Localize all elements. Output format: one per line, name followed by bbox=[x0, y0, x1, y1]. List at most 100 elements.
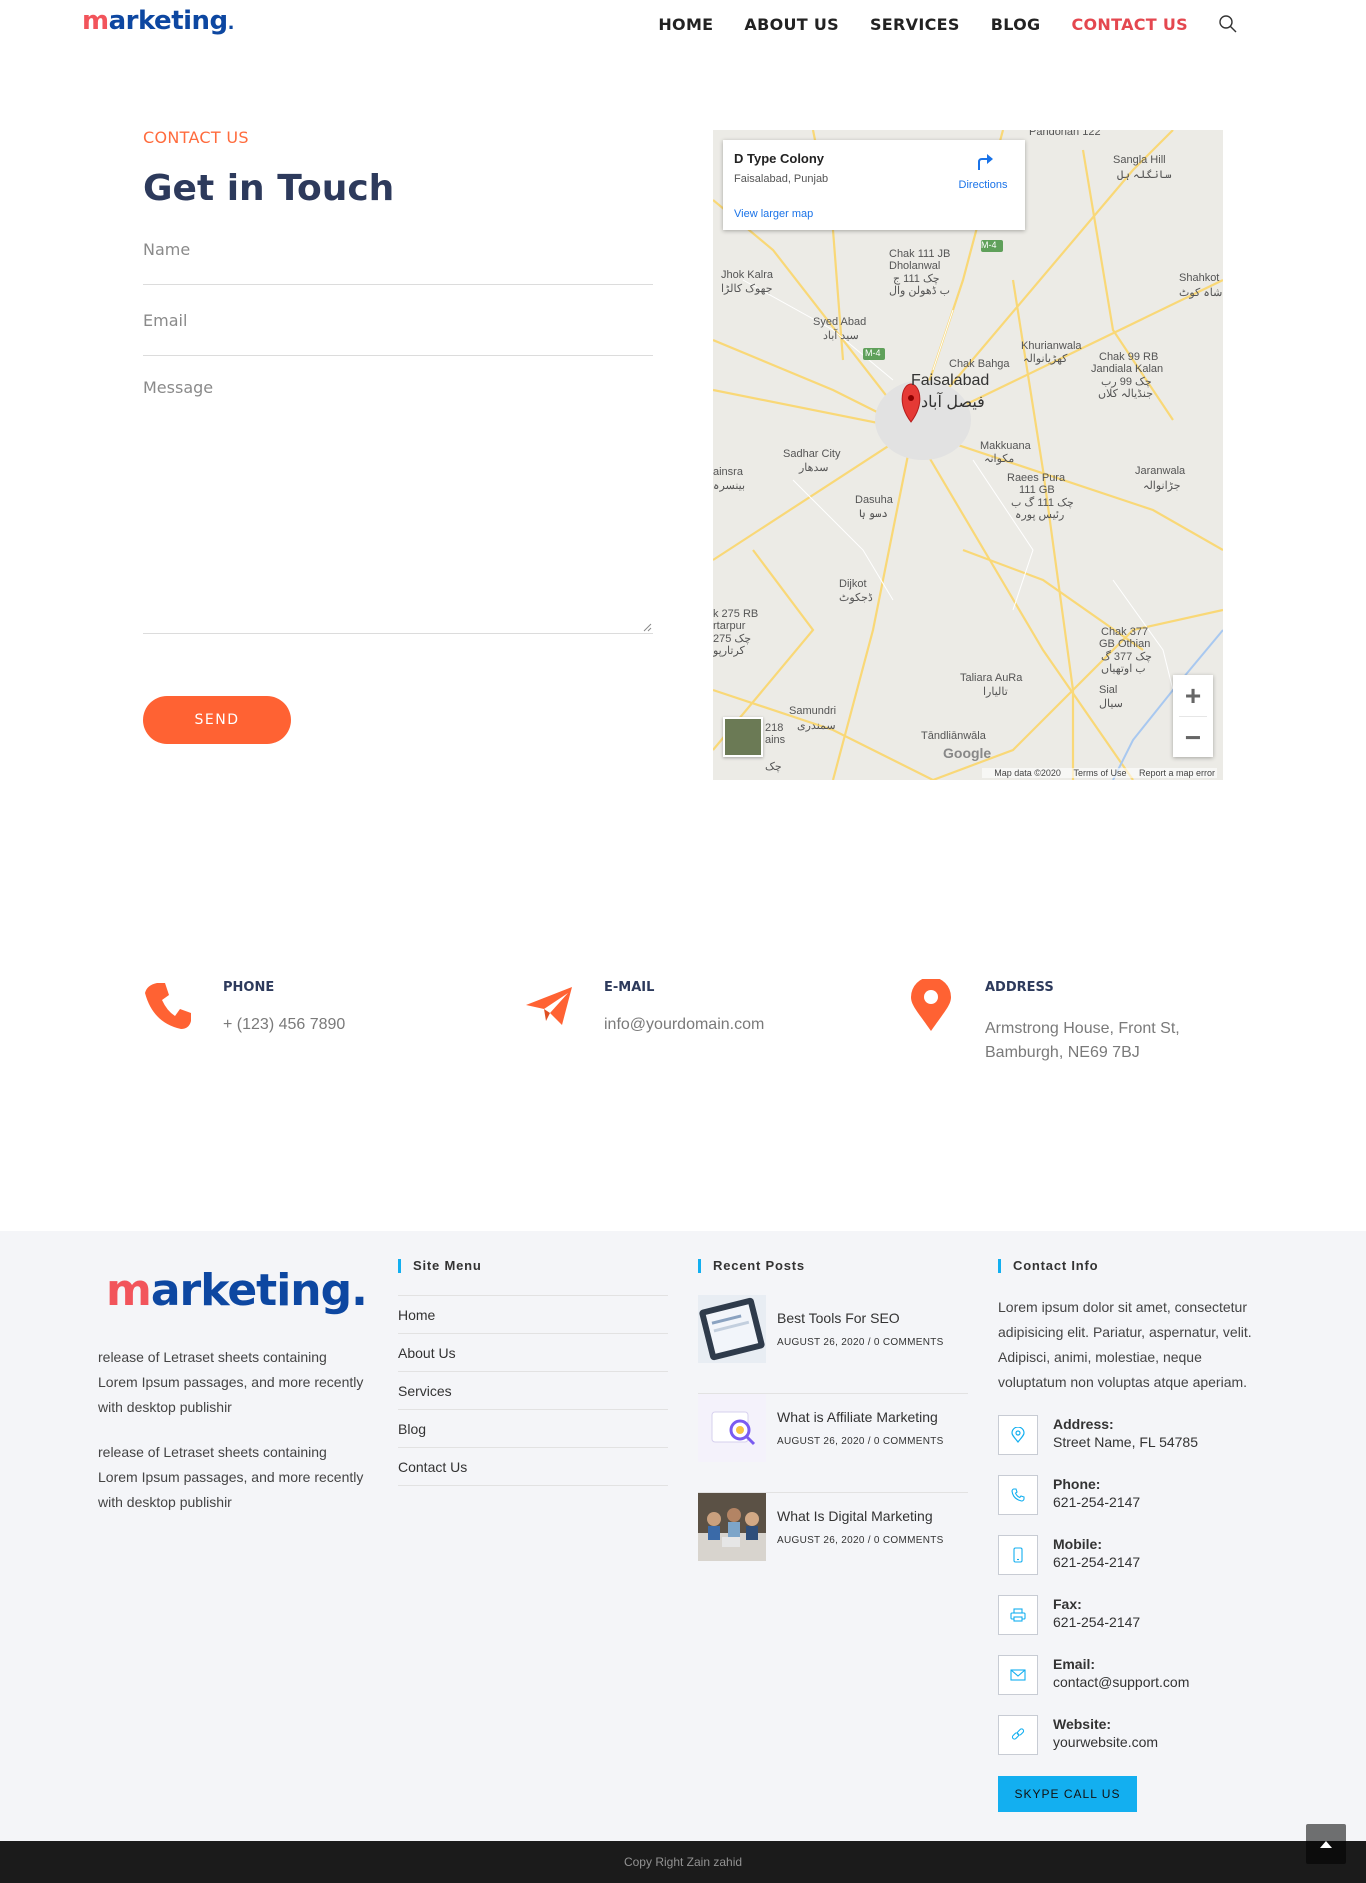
link-icon bbox=[998, 1715, 1038, 1755]
map-label: Dholanwal bbox=[889, 260, 941, 272]
nav-blog[interactable]: BLOG bbox=[991, 15, 1041, 34]
contact-item-value[interactable]: contact@support.com bbox=[1053, 1674, 1189, 1690]
zoom-in-button[interactable]: + bbox=[1173, 675, 1213, 716]
map-label: جنڈیالہ کلاں bbox=[1098, 388, 1154, 400]
scroll-to-top-button[interactable] bbox=[1306, 1824, 1346, 1864]
footer-menu-home[interactable]: Home bbox=[398, 1296, 668, 1334]
search-icon[interactable] bbox=[1218, 14, 1238, 34]
message-field[interactable]: Message bbox=[143, 378, 653, 634]
satellite-toggle[interactable] bbox=[723, 717, 763, 757]
zoom-controls: + − bbox=[1173, 675, 1213, 757]
email-label: E-MAIL bbox=[604, 980, 655, 995]
directions-button[interactable]: Directions bbox=[953, 150, 1013, 191]
map-label: سید آباد bbox=[823, 330, 859, 342]
view-larger-map-link[interactable]: View larger map bbox=[734, 208, 813, 220]
contact-item-value: Street Name, FL 54785 bbox=[1053, 1434, 1199, 1450]
map-label: سیال bbox=[1099, 698, 1123, 710]
location-icon bbox=[998, 1415, 1038, 1455]
map-footer: Map data ©2020 Terms of Use Report a map… bbox=[982, 768, 1217, 778]
map-label: جڑانوالہ bbox=[1143, 480, 1181, 492]
post-thumbnail[interactable] bbox=[698, 1295, 766, 1363]
map-report-link[interactable]: Report a map error bbox=[1139, 768, 1215, 778]
recent-post[interactable]: What Is Digital Marketing AUGUST 26, 202… bbox=[698, 1493, 968, 1592]
site-footer: marketing. release of Letraset sheets co… bbox=[0, 1231, 1366, 1841]
map-label: 111 GB bbox=[1019, 484, 1055, 496]
footer-menu-about-us[interactable]: About Us bbox=[398, 1334, 668, 1372]
map-label: Raees Pura bbox=[1007, 472, 1066, 484]
email-field[interactable]: Email bbox=[143, 311, 653, 356]
contact-info-text: Lorem ipsum dolor sit amet, consectetur … bbox=[998, 1299, 1252, 1390]
post-thumbnail[interactable] bbox=[698, 1493, 766, 1561]
contact-item-key: Email: bbox=[1053, 1656, 1096, 1672]
phone-value[interactable]: + (123) 456 7890 bbox=[223, 1013, 345, 1037]
footer-paragraph: release of Letraset sheets containing Lo… bbox=[98, 1349, 364, 1415]
footer-menu-blog[interactable]: Blog bbox=[398, 1410, 668, 1448]
directions-label: Directions bbox=[958, 179, 1008, 191]
map-label: جھوک کالڑا bbox=[721, 283, 773, 295]
site-logo[interactable]: marketing. bbox=[82, 6, 235, 36]
message-placeholder: Message bbox=[143, 378, 214, 397]
footer-menu-contact-us[interactable]: Contact Us bbox=[398, 1448, 668, 1486]
email-value[interactable]: info@yourdomain.com bbox=[604, 1013, 764, 1037]
post-thumbnail[interactable] bbox=[698, 1394, 766, 1462]
map-label: مکوانہ bbox=[984, 453, 1015, 465]
google-map[interactable]: Pandorian 122 Sangla Hill سانگلہ ہل Chak… bbox=[713, 130, 1223, 780]
contact-item-key: Fax: bbox=[1053, 1596, 1082, 1612]
printer-icon bbox=[998, 1595, 1038, 1635]
contact-item-address: Address: Street Name, FL 54785 bbox=[998, 1415, 1268, 1457]
recent-posts: Best Tools For SEO AUGUST 26, 2020 / 0 C… bbox=[698, 1295, 968, 1592]
copyright-bar: Copy Right Zain zahid bbox=[0, 1841, 1366, 1883]
post-title[interactable]: What is Affiliate Marketing bbox=[777, 1409, 938, 1425]
map-label: 218 bbox=[765, 722, 784, 734]
map-label: Dijkot bbox=[839, 578, 867, 590]
contact-item-value[interactable]: 621-254-2147 bbox=[1053, 1554, 1140, 1570]
map-label: Sadhar City bbox=[783, 448, 841, 460]
map-label-city: Faisalabad bbox=[911, 372, 990, 389]
contact-item-mobile: Mobile: 621-254-2147 bbox=[998, 1535, 1268, 1577]
skype-call-button[interactable]: SKYPE CALL US bbox=[998, 1776, 1137, 1812]
map-label: رئیس پورہ bbox=[1015, 509, 1065, 521]
mobile-icon bbox=[998, 1535, 1038, 1575]
send-button[interactable]: SEND bbox=[143, 696, 291, 744]
main-nav: HOME ABOUT US SERVICES BLOG CONTACT US bbox=[627, 14, 1238, 34]
section-eyebrow: CONTACT US bbox=[143, 128, 249, 147]
footer-logo-first-letter: m bbox=[106, 1265, 152, 1316]
address-value: Armstrong House, Front St, Bamburgh, NE6… bbox=[985, 1017, 1180, 1065]
map-label: شاہ کوٹ bbox=[1179, 287, 1223, 299]
map-label: ب اوتھیاں bbox=[1101, 663, 1146, 675]
contact-info-title: Contact Info bbox=[998, 1259, 1098, 1273]
footer-logo[interactable]: marketing. bbox=[106, 1265, 368, 1316]
resize-handle-icon[interactable] bbox=[643, 623, 652, 632]
nav-about-us[interactable]: ABOUT US bbox=[744, 15, 839, 34]
place-title: D Type Colony bbox=[734, 151, 825, 166]
map-label-city: فیصل آباد bbox=[921, 394, 985, 411]
motorway-label: M-4 bbox=[865, 348, 881, 358]
map-label: Dasuha bbox=[855, 494, 893, 506]
contact-item-fax: Fax: 621-254-2147 bbox=[998, 1595, 1268, 1637]
map-label: Khurianwala bbox=[1021, 340, 1082, 352]
footer-menu-services[interactable]: Services bbox=[398, 1372, 668, 1410]
contact-item-value[interactable]: yourwebsite.com bbox=[1053, 1734, 1158, 1750]
zoom-out-button[interactable]: − bbox=[1173, 717, 1213, 758]
recent-post[interactable]: What is Affiliate Marketing AUGUST 26, 2… bbox=[698, 1394, 968, 1493]
contact-item-key: Address: bbox=[1053, 1416, 1114, 1432]
recent-post[interactable]: Best Tools For SEO AUGUST 26, 2020 / 0 C… bbox=[698, 1295, 968, 1394]
map-label: Chak Bahga bbox=[949, 358, 1010, 370]
map-terms-link[interactable]: Terms of Use bbox=[1073, 768, 1126, 778]
post-title[interactable]: Best Tools For SEO bbox=[777, 1310, 900, 1326]
map-label: کھڑیانوالہ bbox=[1023, 353, 1068, 365]
nav-services[interactable]: SERVICES bbox=[870, 15, 960, 34]
email-info-block: E-MAIL info@yourdomain.com bbox=[524, 975, 864, 1075]
nav-contact-us[interactable]: CONTACT US bbox=[1071, 15, 1188, 34]
map-label: Tāndliānwāla bbox=[921, 730, 986, 742]
contact-item-value[interactable]: 621-254-2147 bbox=[1053, 1494, 1140, 1510]
map-pin-icon bbox=[911, 979, 951, 1031]
name-field[interactable]: Name bbox=[143, 240, 653, 285]
post-title[interactable]: What Is Digital Marketing bbox=[777, 1508, 933, 1524]
recent-posts-title: Recent Posts bbox=[698, 1259, 805, 1273]
map-label: چک bbox=[765, 761, 782, 773]
directions-icon bbox=[978, 154, 993, 170]
contact-item-phone: Phone: 621-254-2147 bbox=[998, 1475, 1268, 1517]
nav-home[interactable]: HOME bbox=[658, 15, 713, 34]
name-placeholder: Name bbox=[143, 240, 191, 259]
